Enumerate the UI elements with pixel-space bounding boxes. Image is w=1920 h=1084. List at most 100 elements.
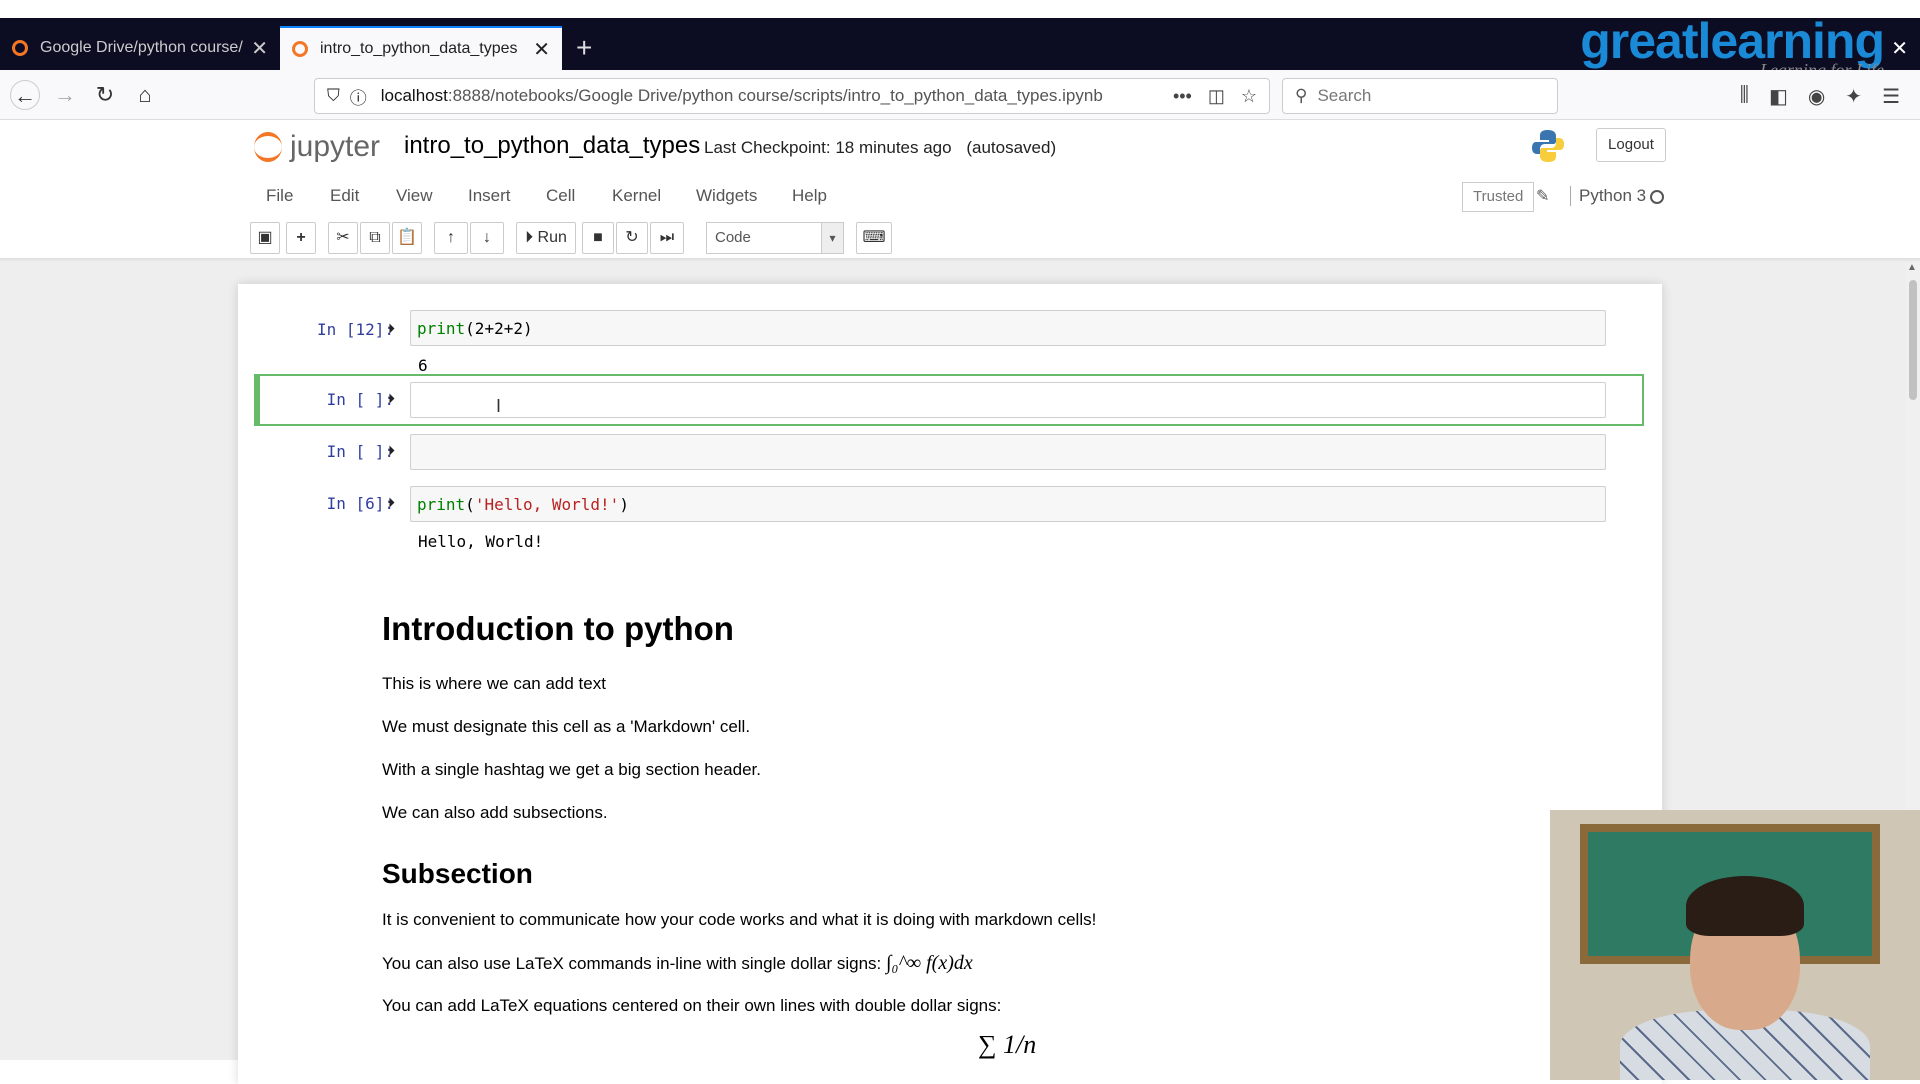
subsection-header: Subsection (382, 858, 533, 889)
checkpoint-status: Last Checkpoint: 18 minutes ago (autosav… (704, 138, 1056, 158)
cell-prompt: In [12]: (316, 320, 394, 339)
logout-button[interactable]: Logout (1596, 128, 1666, 162)
edit-pencil-icon[interactable]: ✎ (1536, 186, 1549, 206)
save-icon[interactable]: ▣ (250, 222, 280, 254)
menu-view[interactable]: View (396, 186, 433, 206)
forward-arrow-icon[interactable]: → (50, 80, 80, 110)
scroll-up-icon[interactable]: ▲ (1907, 262, 1917, 273)
jupyter-logo[interactable]: jupyter (254, 130, 380, 164)
tab-notebook[interactable]: intro_to_python_data_types ✕ (280, 26, 562, 70)
markdown-text: You can add LaTeX equations centered on … (382, 996, 1002, 1015)
scroll-thumb[interactable] (1909, 280, 1917, 400)
move-down-icon[interactable]: ↓ (470, 222, 504, 254)
move-up-icon[interactable]: ↑ (434, 222, 468, 254)
python-logo-icon (1532, 130, 1564, 162)
jupyter-favicon-icon (292, 41, 308, 57)
notebook-toolbar: ▣ + ✂ ⧉ 📋 ↑ ↓ ⏵ Run ■ ↻ ⏭ Code ▾ ⌨ (250, 222, 1674, 256)
close-window-icon[interactable]: ✕ (1891, 36, 1908, 61)
notebook-name[interactable]: intro_to_python_data_types (404, 132, 700, 160)
menu-widgets[interactable]: Widgets (696, 186, 757, 206)
run-cell-icon[interactable]: ⏵ (388, 442, 395, 459)
code-input[interactable] (410, 382, 1606, 418)
tab-title: Google Drive/python course/s (40, 39, 244, 56)
code-string: 'Hello, World!' (474, 495, 620, 514)
cell-prompt: In [ ]: (326, 390, 394, 409)
sidebar-icon[interactable]: ◧ (1769, 84, 1788, 109)
brand-logo: greatlearning (1580, 13, 1885, 69)
code-input[interactable]: print('Hello, World!') (410, 486, 1606, 522)
webcam-person-hair (1686, 876, 1804, 936)
home-icon[interactable]: ⌂ (130, 80, 160, 110)
url-text: localhost:8888/notebooks/Google Drive/py… (381, 86, 1103, 106)
menu-cell[interactable]: Cell (546, 186, 575, 206)
run-button[interactable]: ⏵ Run (516, 222, 576, 254)
menu-edit[interactable]: Edit (330, 186, 359, 206)
jupyter-header: jupyter intro_to_python_data_types Last … (0, 120, 1920, 176)
code-function: print (417, 495, 466, 514)
reload-icon[interactable]: ↻ (90, 80, 120, 110)
search-placeholder: Search (1317, 86, 1372, 105)
menu-file[interactable]: File (266, 186, 293, 206)
gift-icon[interactable]: ✦ (1845, 84, 1862, 109)
browser-nav-bar: ← → ↻ ⌂ ⛉ ⓘ localhost:8888/notebooks/Goo… (0, 70, 1920, 120)
checkpoint-text: Last Checkpoint: 18 minutes ago (704, 138, 952, 157)
text-cursor-icon: I (496, 396, 502, 416)
cell-prompt: In [ ]: (326, 442, 394, 461)
markdown-text: We must designate this cell as a 'Markdo… (382, 717, 751, 736)
chevron-down-icon: ▾ (821, 223, 843, 253)
cell-output: 6 (418, 356, 428, 375)
tab-google-drive[interactable]: Google Drive/python course/s ✕ (0, 26, 280, 70)
pocket-icon[interactable]: ◫ (1208, 86, 1225, 107)
markdown-text: This is where we can add text (382, 674, 606, 693)
search-input[interactable]: ⚲ Search (1282, 78, 1558, 114)
stop-icon[interactable]: ■ (582, 222, 614, 254)
latex-inline: ∫₀^∞ f(x)dx (886, 952, 973, 974)
url-bar[interactable]: ⛉ ⓘ localhost:8888/notebooks/Google Driv… (314, 78, 1270, 114)
trusted-badge[interactable]: Trusted (1462, 182, 1535, 212)
menu-kernel[interactable]: Kernel (612, 186, 661, 206)
copy-icon[interactable]: ⧉ (360, 222, 390, 254)
markdown-text: With a single hashtag we get a big secti… (382, 760, 761, 779)
restart-icon[interactable]: ↻ (616, 222, 648, 254)
fast-forward-icon[interactable]: ⏭ (650, 222, 684, 254)
url-actions: ••• ◫ ☆ (1173, 86, 1257, 107)
star-icon[interactable]: ☆ (1241, 86, 1257, 107)
kernel-name: Python 3 (1570, 186, 1646, 206)
keyboard-icon[interactable]: ⌨ (856, 222, 892, 254)
cut-icon[interactable]: ✂ (328, 222, 358, 254)
notebook-page: In [12]: ⏵ print(2+2+2) 6 In [ ]: ⏵ I In… (238, 284, 1662, 1084)
menu-icon[interactable]: ☰ (1882, 84, 1900, 109)
code-input[interactable] (410, 434, 1606, 470)
run-cell-icon[interactable]: ⏵ (388, 390, 395, 407)
markdown-text: We can also add subsections. (382, 803, 608, 822)
markdown-cell[interactable]: Introduction to python (382, 610, 734, 648)
notebook-menubar: File Edit View Insert Cell Kernel Widget… (250, 178, 1674, 216)
cell-output: Hello, World! (418, 532, 544, 551)
jupyter-logo-text: jupyter (290, 130, 381, 163)
library-icon[interactable]: ⫼ (1740, 84, 1749, 109)
run-cell-icon[interactable]: ⏵ (388, 320, 395, 337)
back-arrow-icon[interactable]: ← (10, 80, 40, 110)
section-header: Introduction to python (382, 610, 734, 647)
autosave-status: (autosaved) (966, 138, 1057, 157)
code-args: (2+2+2) (465, 319, 533, 338)
code-paren: ( (465, 495, 475, 514)
new-tab-button[interactable]: + (576, 26, 592, 70)
menu-insert[interactable]: Insert (468, 186, 511, 206)
markdown-text: You can also use LaTeX commands in-line … (382, 952, 973, 975)
code-input[interactable]: print(2+2+2) (410, 310, 1606, 346)
menu-help[interactable]: Help (792, 186, 827, 206)
jupyter-favicon-icon (12, 40, 28, 56)
more-icon[interactable]: ••• (1173, 86, 1192, 107)
account-icon[interactable]: ◉ (1808, 84, 1825, 109)
run-icon: ⏵ (525, 229, 534, 246)
close-icon[interactable]: ✕ (251, 36, 268, 61)
url-host: localhost (380, 86, 448, 105)
cell-type-select[interactable]: Code ▾ (706, 222, 844, 254)
insert-cell-icon[interactable]: + (286, 222, 316, 254)
close-icon[interactable]: ✕ (533, 37, 550, 62)
paste-icon[interactable]: 📋 (392, 222, 422, 254)
run-cell-icon[interactable]: ⏵ (388, 494, 395, 511)
jupyter-logo-icon (254, 132, 282, 162)
tab-title: intro_to_python_data_types (320, 40, 518, 57)
